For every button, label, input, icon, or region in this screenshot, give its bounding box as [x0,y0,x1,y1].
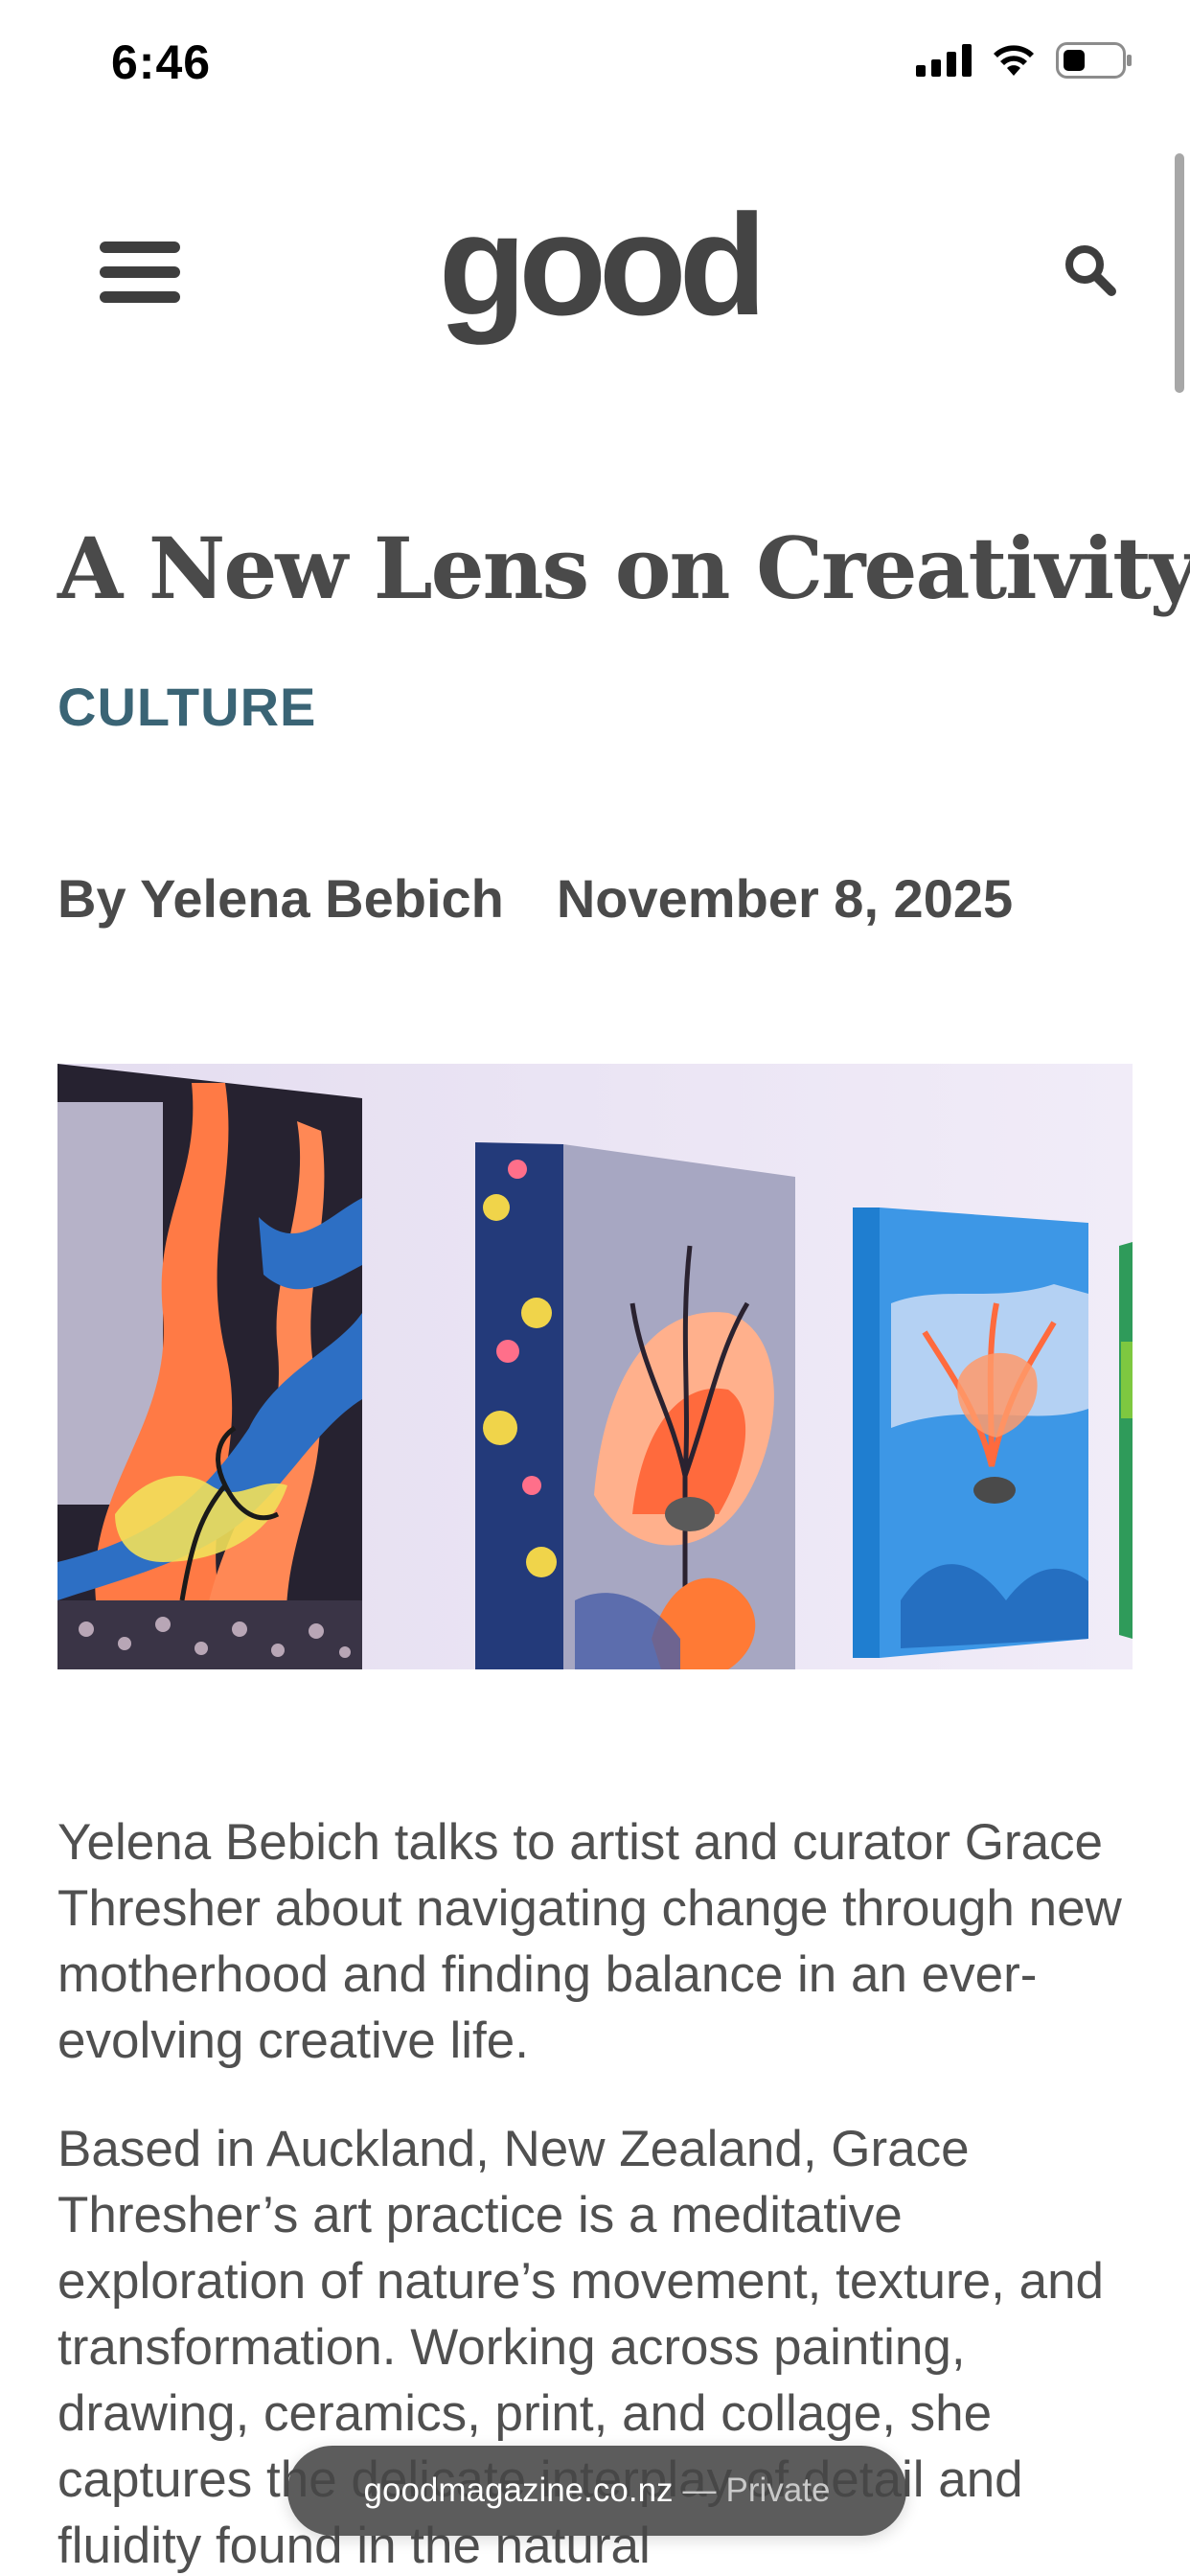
status-bar: 6:46 [0,0,1190,125]
page: 6:46 good A New Lens on Creativity CULTU… [0,0,1190,2576]
status-time: 6:46 [111,35,212,89]
svg-text:good: good [439,192,760,345]
status-icons [916,42,1133,79]
painting-4 [1119,1242,1133,1639]
author[interactable]: By Yelena Bebich [57,867,504,930]
article-title: A New Lens on Creativity [57,518,1190,618]
painting-3 [853,1208,1088,1658]
battery-icon [1056,42,1132,79]
url-text: goodmagazine.co.nz [363,2472,674,2509]
hero-image [57,1064,1133,1669]
site-header: good [0,172,1190,364]
publish-date: November 8, 2025 [556,868,1014,929]
byline: By Yelena Bebich November 8, 2025 [57,867,1013,930]
site-logo[interactable]: good [431,192,767,364]
article-intro: Yelena Bebich talks to artist and curato… [57,1814,1122,2069]
wifi-icon [994,45,1034,76]
cellular-signal-icon [916,44,972,77]
hamburger-menu-icon[interactable] [100,242,180,303]
search-icon[interactable] [1062,242,1119,299]
painting-2 [475,1142,795,1669]
private-label: Private [725,2472,831,2509]
painting-1 [57,1064,362,1669]
category-link[interactable]: CULTURE [57,676,316,738]
url-separator: — [682,2472,717,2509]
browser-address-bar[interactable]: goodmagazine.co.nz — Private [287,2446,906,2536]
